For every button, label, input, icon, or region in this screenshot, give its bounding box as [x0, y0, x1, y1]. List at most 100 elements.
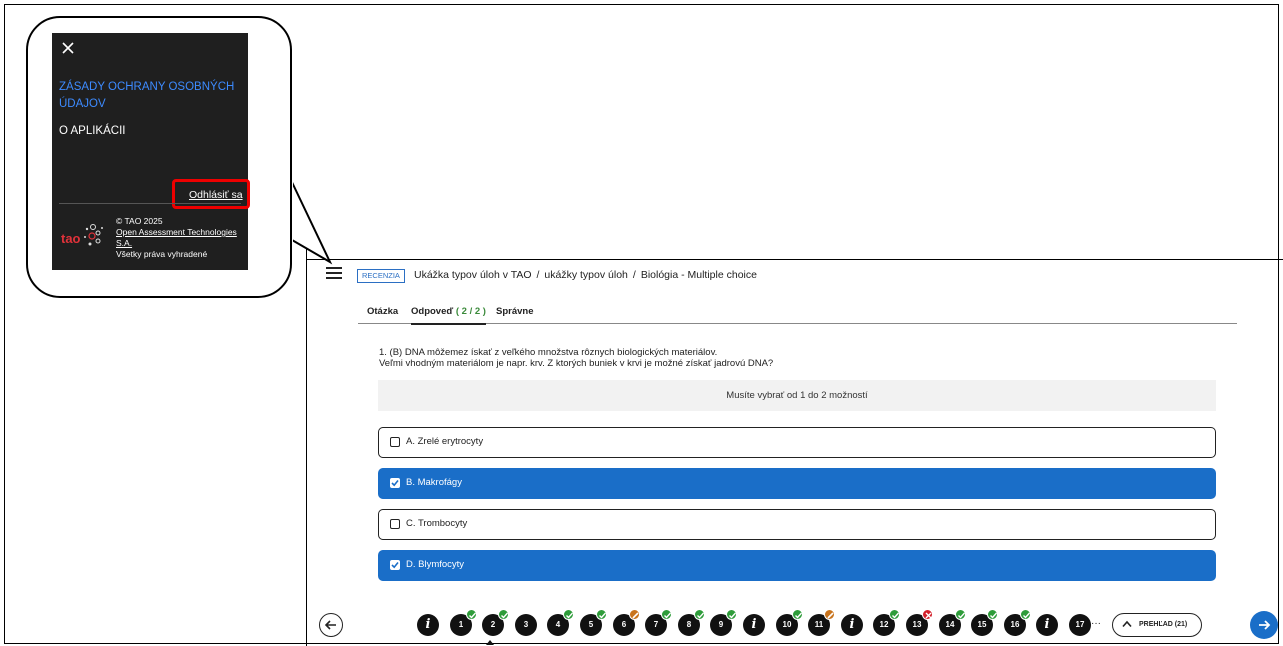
- question-item-label: 17: [1075, 620, 1085, 629]
- arrow-left-icon[interactable]: [319, 613, 343, 637]
- check-icon: [694, 609, 705, 620]
- question-item-14[interactable]: 14: [939, 609, 966, 636]
- question-item-label: 14: [945, 620, 955, 629]
- question-item-17[interactable]: 17: [1069, 614, 1091, 636]
- choice-label: C. Trombocyty: [406, 518, 468, 529]
- checkbox-unchecked-icon[interactable]: [390, 437, 400, 447]
- check-icon: [726, 609, 737, 620]
- question-item-6[interactable]: 6: [613, 609, 640, 636]
- question-item-10[interactable]: 10: [776, 609, 803, 636]
- info-item-icon[interactable]: i: [743, 614, 765, 636]
- question-item-label: i: [751, 617, 757, 632]
- question-item-label: 5: [588, 620, 594, 629]
- question-item-label: 7: [653, 620, 659, 629]
- about-app-link[interactable]: O APLIKÁCII: [59, 125, 125, 137]
- review-badge: RECENZIA: [357, 269, 405, 283]
- check-icon: [792, 609, 803, 620]
- question-item-label: 9: [718, 620, 724, 629]
- question-item-16[interactable]: 16: [1004, 609, 1031, 636]
- info-item-icon[interactable]: i: [841, 614, 863, 636]
- check-icon: [498, 609, 509, 620]
- question-item-label: 13: [912, 620, 922, 629]
- tab-correct[interactable]: Správne: [496, 306, 534, 317]
- tab-bar: Otázka Odpoveď ( 2 / 2 ) Správne: [358, 300, 1237, 325]
- cross-icon: [922, 609, 933, 620]
- question-item-label: i: [425, 617, 431, 632]
- check-icon: [596, 609, 607, 620]
- footer-text: © TAO 2025 Open Assessment Technologies …: [116, 216, 237, 260]
- tab-label: Otázka: [367, 306, 399, 317]
- breadcrumb-separator: /: [632, 269, 636, 281]
- hamburger-icon[interactable]: [326, 267, 342, 280]
- question-item-5[interactable]: 5: [580, 609, 607, 636]
- choice-label: A. Zrelé erytrocyty: [406, 436, 484, 447]
- info-item-icon[interactable]: i: [1036, 614, 1058, 636]
- selection-hint: Musíte vybrať od 1 do 2 možností: [378, 380, 1216, 411]
- question-item-label: 4: [555, 620, 561, 629]
- check-icon: [955, 609, 966, 620]
- tao-logo: tao: [61, 224, 103, 246]
- breadcrumb-item[interactable]: Ukážka typov úloh v TAO: [414, 269, 532, 281]
- question-line: 1. (B) DNA môžemez ískať z veľkého množs…: [379, 347, 718, 358]
- svg-text:tao: tao: [61, 231, 81, 246]
- tab-answer[interactable]: Odpoveď ( 2 / 2 ): [411, 306, 486, 325]
- question-item-label: i: [849, 617, 855, 632]
- checkbox-checked-icon[interactable]: [390, 478, 400, 488]
- check-icon: [661, 609, 672, 620]
- breadcrumb-item: Biológia - Multiple choice: [640, 269, 757, 281]
- question-item-2[interactable]: 2: [482, 609, 509, 636]
- checkbox-checked-icon[interactable]: [390, 560, 400, 570]
- question-item-15[interactable]: 15: [971, 609, 998, 636]
- question-item-label: i: [1044, 617, 1050, 632]
- tab-question[interactable]: Otázka: [367, 306, 398, 317]
- current-item-marker: [486, 640, 494, 645]
- breadcrumb-separator: /: [536, 269, 540, 281]
- question-item-1[interactable]: 1: [450, 609, 477, 636]
- side-menu-panel: ZÁSADY OCHRANY OSOBNÝCH ÚDAJOV O APLIKÁC…: [52, 33, 250, 270]
- question-item-label: 3: [523, 620, 529, 629]
- menu-divider: [59, 203, 241, 204]
- checkbox-unchecked-icon[interactable]: [390, 519, 400, 529]
- pencil-icon: [824, 609, 835, 620]
- privacy-policy-link[interactable]: ZÁSADY OCHRANY OSOBNÝCH ÚDAJOV: [59, 79, 239, 113]
- tab-label: Správne: [496, 306, 534, 317]
- info-item-icon[interactable]: i: [417, 614, 439, 636]
- breadcrumb: Ukážka typov úloh v TAO / ukážky typov úlo…: [414, 269, 757, 281]
- logout-link[interactable]: Odhlásiť sa: [189, 189, 243, 201]
- question-item-label: 15: [977, 620, 987, 629]
- question-item-label: 6: [621, 620, 627, 629]
- question-item-11[interactable]: 11: [808, 609, 835, 636]
- pencil-icon: [629, 609, 640, 620]
- logout-highlight: Odhlásiť sa: [172, 179, 250, 209]
- question-item-13[interactable]: 13: [906, 609, 933, 636]
- overview-button[interactable]: PREHĽAD (21): [1112, 613, 1202, 637]
- chevron-up-icon: [1122, 620, 1132, 628]
- question-item-3[interactable]: 3: [515, 614, 537, 636]
- question-item-label: 11: [814, 620, 824, 629]
- question-item-9[interactable]: 9: [710, 609, 737, 636]
- check-icon: [466, 609, 477, 620]
- choice-c[interactable]: C. Trombocyty: [378, 509, 1216, 540]
- breadcrumb-item[interactable]: ukážky typov úloh: [544, 269, 627, 281]
- company-link[interactable]: Open Assessment Technologies: [116, 227, 237, 238]
- choice-a[interactable]: A. Zrelé erytrocyty: [378, 427, 1216, 458]
- check-icon: [987, 609, 998, 620]
- choice-d[interactable]: D. Blymfocyty: [378, 550, 1216, 581]
- question-item-label: 1: [458, 620, 464, 629]
- choice-b[interactable]: B. Makrofágy: [378, 468, 1216, 499]
- close-icon[interactable]: [61, 40, 79, 58]
- question-item-7[interactable]: 7: [645, 609, 672, 636]
- company-link-suffix[interactable]: S.A.: [116, 238, 237, 249]
- question-item-8[interactable]: 8: [678, 609, 705, 636]
- question-item-4[interactable]: 4: [547, 609, 574, 636]
- check-icon: [889, 609, 900, 620]
- rights-text: Všetky práva vyhradené: [116, 249, 208, 259]
- arrow-right-icon[interactable]: [1250, 611, 1278, 639]
- question-item-label: 8: [686, 620, 692, 629]
- check-icon: [563, 609, 574, 620]
- top-divider: [306, 259, 1283, 260]
- question-item-label: 12: [879, 620, 889, 629]
- copyright-text: © TAO 2025: [116, 216, 163, 226]
- question-item-label: 2: [490, 620, 496, 629]
- question-item-12[interactable]: 12: [873, 609, 900, 636]
